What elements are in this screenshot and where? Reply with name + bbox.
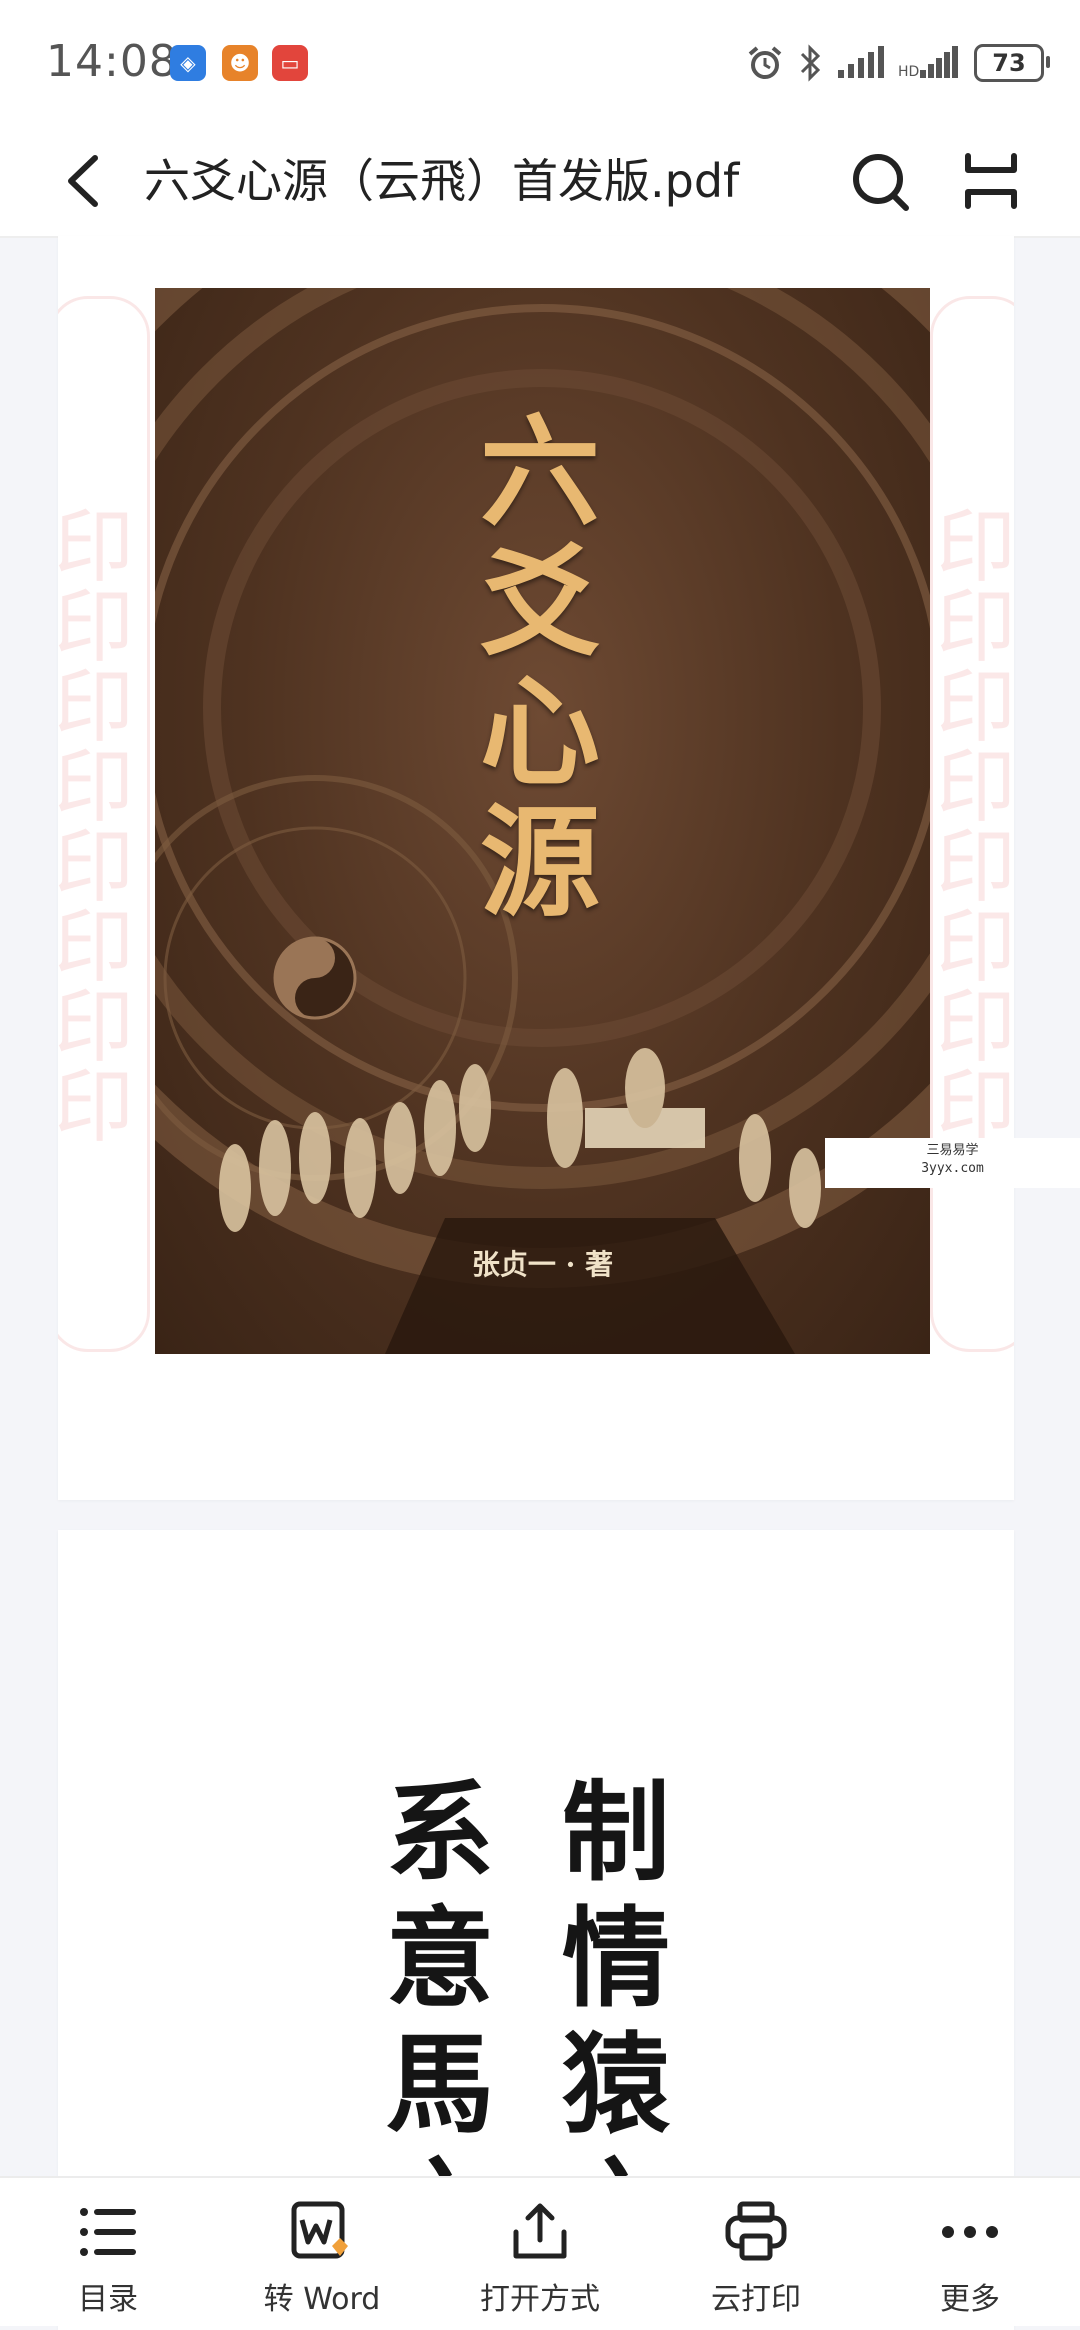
cover-title-char: 心 [480, 662, 600, 803]
status-time: 14:08 [46, 36, 178, 87]
calligraphy-char: 意 [385, 1896, 494, 2022]
word-convert-icon [291, 2201, 348, 2259]
pdf-page-1[interactable]: 印印印印印印印印 印印印印印印印印 六 爻 心 源 张贞一 · 著 [58, 236, 1014, 1500]
cover-title-char: 源 [480, 792, 600, 933]
search-button[interactable] [846, 146, 916, 216]
convert-word-button[interactable]: 转 Word [222, 2178, 422, 2326]
watermark-line1: 三易易学 [926, 1143, 979, 1158]
cloud-print-label: 云打印 [711, 2282, 801, 2317]
calligraphy-char: 系 [385, 1770, 494, 1896]
expand-icon [965, 153, 1017, 209]
bluetooth-icon [800, 44, 821, 82]
printer-icon [725, 2201, 787, 2261]
cloud-print-button[interactable]: 云打印 [656, 2178, 856, 2326]
status-indicators: HD 73 [746, 38, 1050, 88]
toc-button[interactable]: 目录 [8, 2178, 208, 2326]
status-bar: 14:08 ◈ ☻ ▭ HD 73 [0, 0, 1080, 126]
share-icon [513, 2203, 567, 2259]
expand-button[interactable] [956, 146, 1026, 216]
more-button[interactable]: 更多 [870, 2178, 1070, 2326]
seal-watermark-right: 印印印印印印印印 [930, 296, 1014, 1352]
site-watermark: 三易易学 3yyx.com [825, 1138, 1080, 1188]
cover-author: 张贞一 · 著 [471, 1248, 614, 1281]
document-title: 六爻心源（云飛）首发版.pdf [144, 154, 740, 208]
calligraphy-char: 猿 [561, 2022, 670, 2148]
calligraphy-char: 制 [561, 1770, 670, 1896]
seal-watermark-left: 印印印印印印印印 [58, 296, 150, 1352]
watermark-line2: 3yyx.com [921, 1161, 984, 1176]
calligraphy-char: 情 [561, 1896, 670, 2022]
bottom-toolbar: 目录 转 Word 打开方式 云打印 更多 [0, 2176, 1080, 2326]
chevron-left-icon [68, 155, 98, 207]
cover-title-char: 爻 [480, 532, 600, 673]
alarm-icon [748, 46, 782, 79]
message-app-icon: ▭ [272, 45, 308, 81]
list-icon [80, 2208, 136, 2256]
calligraphy-char: 馬 [385, 2022, 494, 2148]
back-button[interactable] [55, 146, 115, 216]
battery-indicator: 73 [974, 44, 1050, 82]
signal-icon-2: HD [898, 46, 958, 80]
open-with-button[interactable]: 打开方式 [440, 2178, 640, 2326]
convert-word-label: 转 Word [263, 2282, 381, 2317]
more-label: 更多 [940, 2282, 1000, 2317]
cover-title-char: 六 [480, 402, 600, 543]
toc-label: 目录 [78, 2282, 138, 2317]
search-icon [853, 154, 909, 211]
top-navigation-bar: 六爻心源（云飛）首发版.pdf [0, 126, 1080, 238]
cover-title: 六 爻 心 源 [465, 408, 615, 928]
svg-text:HD: HD [898, 64, 919, 80]
more-icon [942, 2226, 998, 2238]
signal-icon [838, 46, 884, 78]
shield-app-icon: ◈ [170, 45, 206, 81]
robot-app-icon: ☻ [222, 45, 258, 81]
open-with-label: 打开方式 [480, 2282, 600, 2317]
book-cover-image: 六 爻 心 源 张贞一 · 著 [155, 288, 930, 1354]
